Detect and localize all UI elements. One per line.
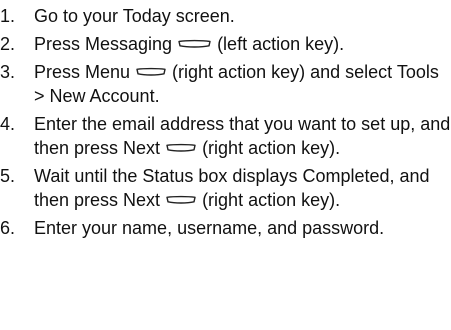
step-text: Go to your Today screen. [34,6,235,26]
step-text-after: (left action key). [217,34,345,54]
step-2: 2. Press Messaging (left action key). [0,32,451,56]
step-number: 4. [0,114,16,134]
step-6: 6. Enter your name, username, and passwo… [0,216,451,240]
step-text: Enter your name, username, and password. [34,218,385,238]
step-5: 5. Wait until the Status box displays Co… [0,164,451,212]
right-action-key-icon [166,143,196,153]
step-4: 4. Enter the email address that you want… [0,112,451,160]
step-number: 6. [0,218,16,238]
step-number: 1. [0,6,16,26]
step-text-after: (right action key). [202,138,341,158]
right-action-key-icon [136,67,166,77]
left-action-key-icon [178,39,211,49]
step-text-before: Press Messaging [34,34,173,54]
right-action-key-icon [166,195,196,205]
step-number: 5. [0,166,16,186]
step-1: 1. Go to your Today screen. [0,4,451,28]
step-text-after: (right action key). [202,190,341,210]
step-3: 3. Press Menu (right action key) and sele… [0,60,451,108]
step-number: 2. [0,34,16,54]
instruction-steps: 1. Go to your Today screen. 2. Press Mes… [0,0,451,240]
step-number: 3. [0,62,16,82]
step-text-before: Press Menu [34,62,131,82]
